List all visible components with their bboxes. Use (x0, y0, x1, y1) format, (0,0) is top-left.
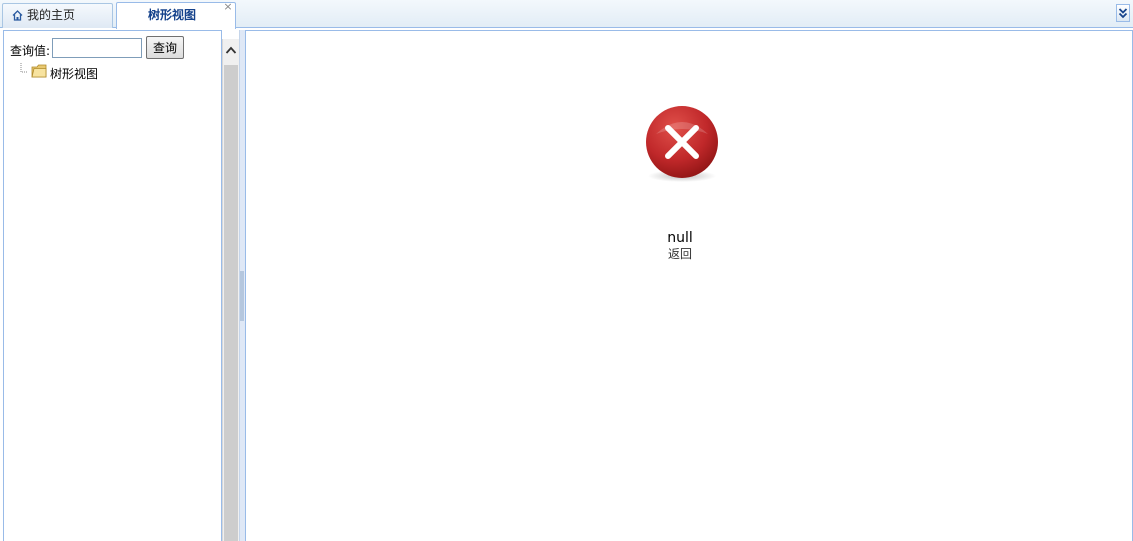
search-button[interactable]: 查询 (146, 36, 184, 59)
tab-home[interactable]: 我的主页 (2, 3, 113, 28)
chevron-up-icon (225, 46, 237, 54)
splitter-grip[interactable] (240, 271, 244, 321)
folder-icon (31, 64, 47, 78)
tab-tree-view-label: 树形视图 (147, 8, 196, 22)
tree-panel: 查询值: 查询 树形视图 (3, 30, 222, 541)
home-icon (12, 10, 23, 21)
close-icon[interactable]: × (223, 1, 233, 12)
double-chevron-down-icon (1118, 8, 1128, 19)
tab-home-label: 我的主页 (27, 8, 76, 22)
error-x-icon (646, 106, 718, 182)
tab-bar: 我的主页 树形视图 × (0, 0, 1133, 29)
scroll-thumb[interactable] (224, 65, 238, 541)
tab-menu-button[interactable] (1116, 4, 1130, 22)
scroll-up-button[interactable] (223, 39, 239, 63)
vertical-scrollbar[interactable] (222, 39, 239, 541)
back-link[interactable]: 返回 (246, 245, 1114, 262)
error-message: null (667, 230, 693, 246)
content-panel: null 返回 (245, 30, 1133, 541)
tab-tree-view[interactable]: 树形视图 × (116, 1, 236, 29)
search-input[interactable] (52, 38, 142, 58)
tree-node-label: 树形视图 (50, 67, 99, 81)
tree-connector-icon (20, 63, 28, 73)
search-label: 查询值: (10, 44, 51, 58)
